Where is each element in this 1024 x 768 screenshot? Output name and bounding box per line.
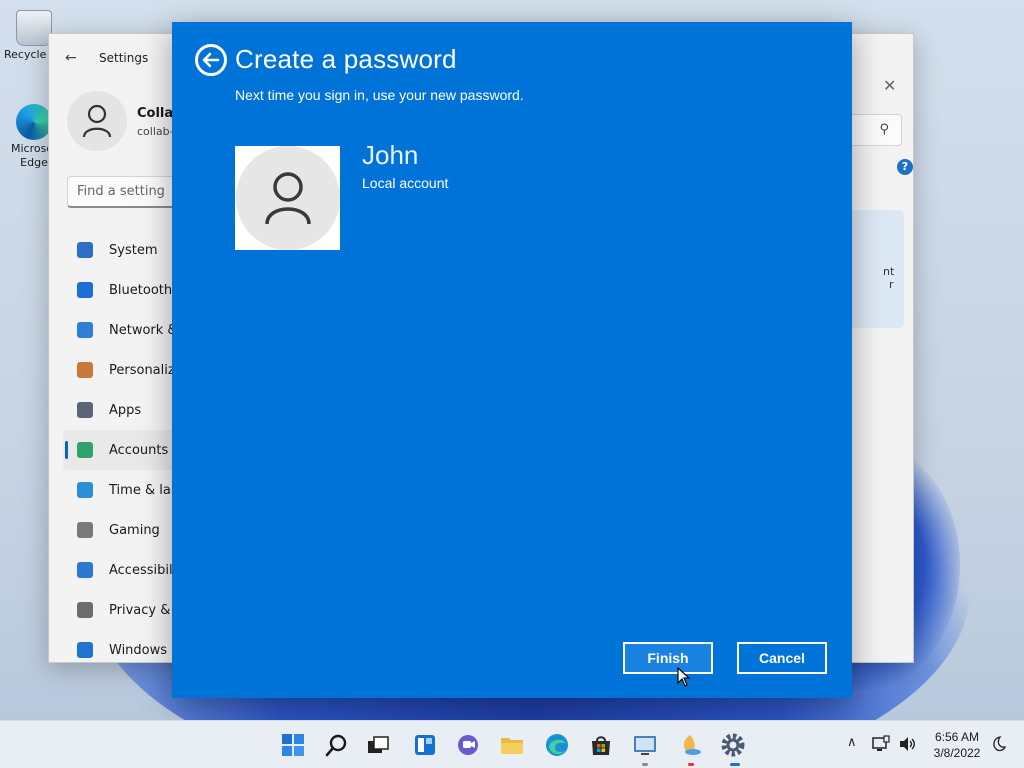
volume-icon[interactable] — [898, 735, 916, 753]
search-icon[interactable] — [325, 733, 349, 757]
account-type: Local account — [362, 175, 449, 191]
sidebar-item-label: Privacy & s — [109, 602, 182, 618]
user-avatar-tile — [235, 146, 340, 250]
sidebar-item-label: Apps — [109, 402, 142, 418]
nav-item-icon — [77, 602, 93, 618]
finish-button[interactable]: Finish — [623, 642, 713, 674]
running-indicator — [642, 763, 648, 766]
chat-icon[interactable] — [456, 733, 480, 757]
running-indicator — [688, 763, 694, 766]
close-icon[interactable]: ✕ — [883, 76, 896, 95]
nav-item-icon — [77, 362, 93, 378]
dialog-title: Create a password — [235, 44, 457, 74]
recycle-bin-icon — [16, 10, 52, 46]
nav-item-icon — [77, 242, 93, 258]
taskbar: ∧ 6:56 AM 3/8/2022 — [0, 720, 1024, 768]
active-indicator — [730, 763, 740, 766]
sidebar-item-label: Network & — [109, 322, 178, 338]
sidebar-item-label: Accessibili — [109, 562, 177, 578]
back-button[interactable] — [195, 44, 227, 76]
search-icon: ⚲ — [879, 122, 889, 137]
nav-item-icon — [77, 522, 93, 538]
widgets-icon[interactable] — [413, 733, 437, 757]
back-arrow-icon — [202, 52, 220, 68]
nav-item-icon — [77, 642, 93, 658]
file-explorer-icon[interactable] — [500, 733, 524, 757]
settings-icon[interactable] — [721, 733, 745, 757]
nav-item-icon — [77, 322, 93, 338]
user-icon — [82, 104, 112, 138]
start-icon[interactable] — [281, 733, 305, 757]
edge-icon — [16, 104, 52, 140]
avatar — [67, 91, 127, 151]
sidebar-item-label: Time & lan — [109, 482, 180, 498]
nav-item-icon — [77, 282, 93, 298]
chevron-up-icon[interactable]: ∧ — [847, 735, 857, 750]
help-icon[interactable]: ? — [897, 159, 913, 175]
cancel-button[interactable]: Cancel — [737, 642, 827, 674]
nav-item-icon — [77, 402, 93, 418]
user-name: John — [362, 140, 419, 170]
profile-email: collab- — [137, 125, 174, 138]
clock[interactable]: 6:56 AM 3/8/2022 — [926, 729, 988, 761]
settings-title: Settings — [99, 51, 149, 65]
task-view-icon[interactable] — [366, 733, 390, 757]
clock-date: 3/8/2022 — [933, 746, 981, 760]
clock-time: 6:56 AM — [934, 730, 980, 744]
edge-icon[interactable] — [545, 733, 569, 757]
paint-icon[interactable] — [678, 733, 702, 757]
sidebar-item-label: System — [109, 242, 158, 258]
create-password-dialog: Create a password Next time you sign in,… — [172, 22, 852, 698]
sidebar-item-label: Windows U — [109, 642, 181, 658]
mouse-cursor-icon — [677, 667, 691, 687]
sidebar-item-label: Gaming — [109, 522, 160, 538]
nav-item-icon — [77, 562, 93, 578]
network-icon[interactable] — [872, 735, 890, 753]
sidebar-item-label: Bluetooth — [109, 282, 173, 298]
store-icon[interactable] — [589, 733, 613, 757]
user-icon — [264, 172, 311, 225]
control-panel-icon[interactable] — [633, 733, 657, 757]
nav-item-icon — [77, 442, 93, 458]
sidebar-item-label: Accounts — [109, 442, 169, 458]
back-arrow-icon[interactable]: ← — [65, 50, 77, 66]
dialog-subtitle: Next time you sign in, use your new pass… — [235, 87, 524, 103]
nav-item-icon — [77, 482, 93, 498]
focus-assist-icon[interactable] — [990, 736, 1006, 752]
avatar — [235, 146, 340, 250]
